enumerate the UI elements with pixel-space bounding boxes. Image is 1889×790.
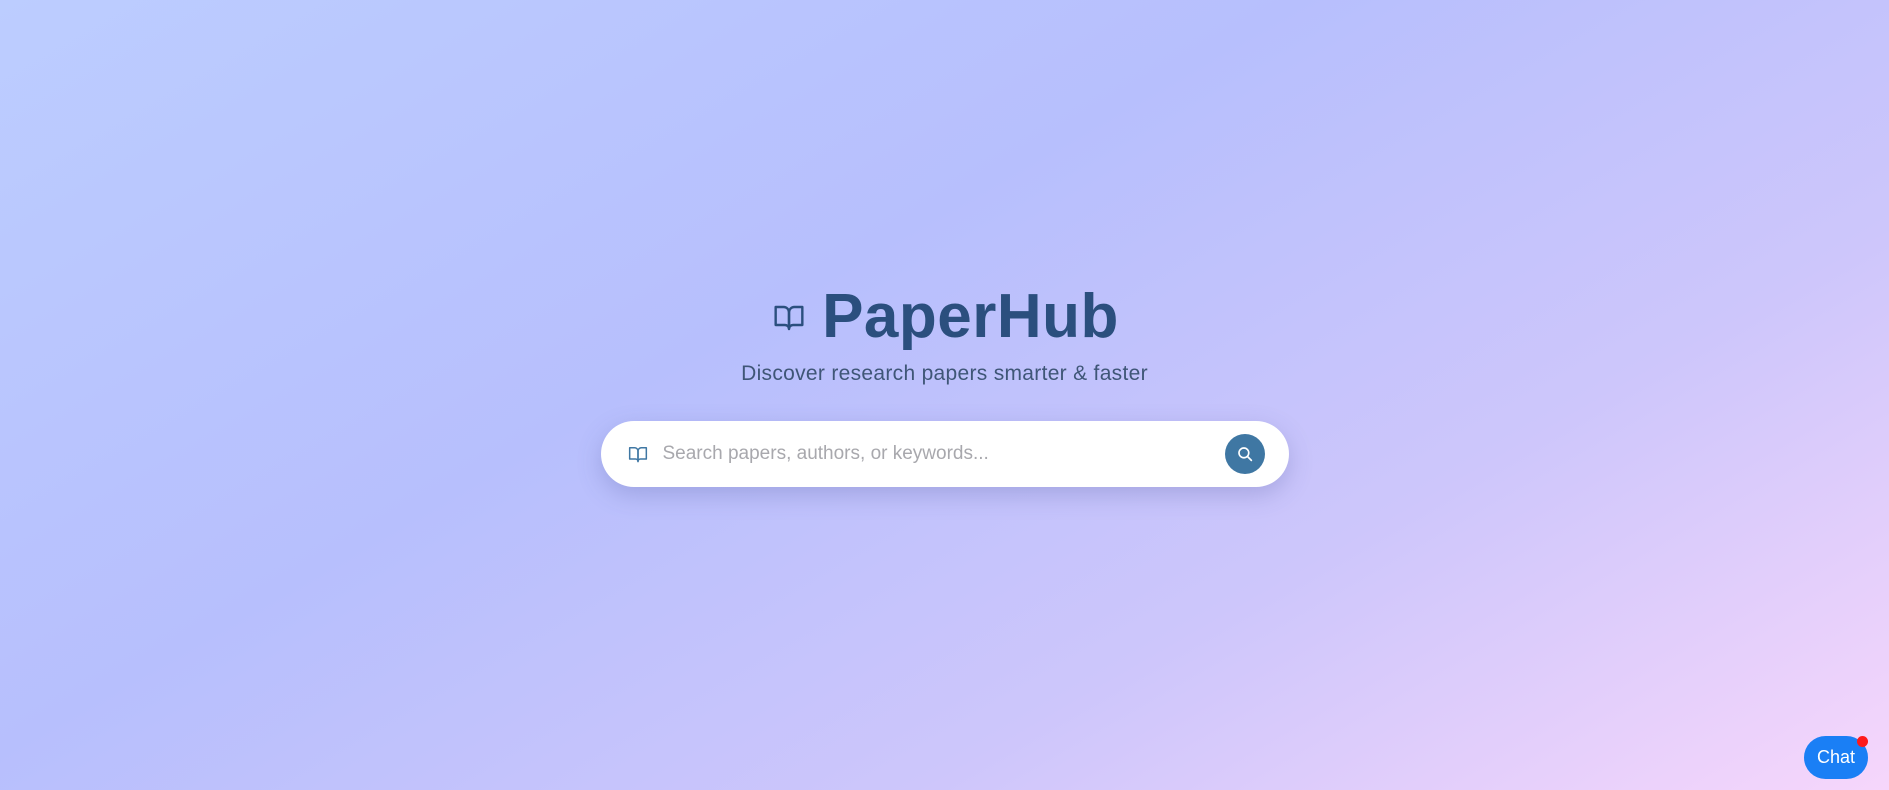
chat-button-label: Chat — [1816, 747, 1856, 767]
search-input[interactable] — [660, 433, 1225, 475]
search-button[interactable] — [1224, 434, 1265, 474]
book-open-icon — [627, 443, 649, 465]
notification-badge — [1857, 736, 1868, 747]
chat-button[interactable]: Chat — [1804, 736, 1868, 779]
search-bar — [600, 421, 1289, 487]
tagline: Discover research papers smarter & faste… — [741, 362, 1148, 385]
search-icon — [1236, 445, 1254, 463]
page-title: PaperHub — [822, 282, 1119, 351]
book-open-icon — [770, 298, 808, 336]
brand-header: PaperHub — [770, 282, 1119, 352]
hero: PaperHub Discover research papers smarte… — [0, 282, 1889, 487]
